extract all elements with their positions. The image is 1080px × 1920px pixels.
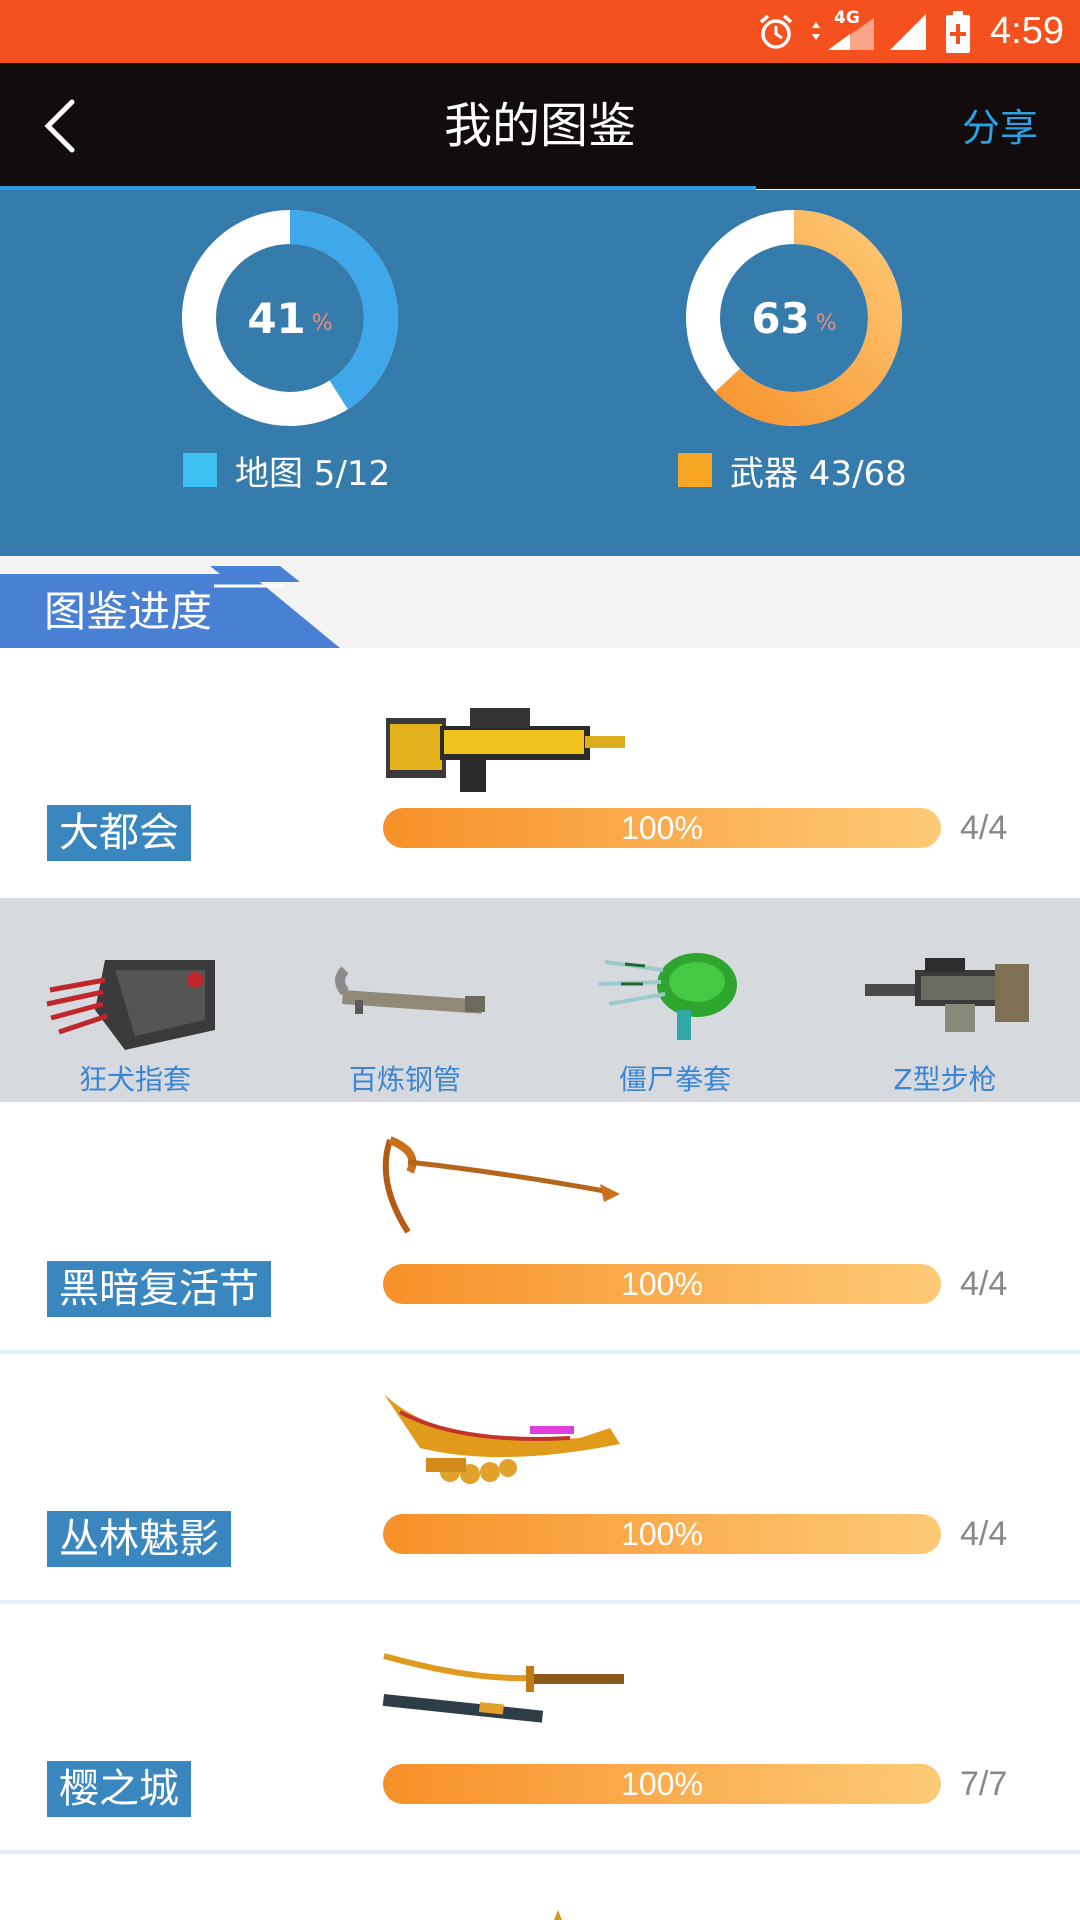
section-title: 图鉴进度 [44,587,213,636]
map-legend-label: 地图 5/12 [235,453,391,494]
row-count: 4/4 [960,1265,1008,1303]
row-count: 4/4 [960,1515,1008,1553]
progress-row[interactable]: 丛林魅影 100% 4/4 [0,1354,1080,1604]
steel-pipe-image [335,966,485,1014]
progress-row[interactable]: 黑暗复活节 100% 4/4 [0,1102,1080,1354]
progress-row[interactable]: 樱之城 100% 7/7 [0,1604,1080,1854]
progress-row[interactable] [0,1858,1080,1920]
map-percent-sign: % [311,310,333,336]
progress-section-header: 图鉴进度 [0,556,1080,648]
weapon-legend-label: 武器 43/68 [730,453,907,494]
network-type-label: 4G [834,8,860,28]
network-4g-icon: 4G [808,0,878,63]
z-rifle-image [865,958,1029,1032]
progress-percent: 100% [621,1516,703,1552]
map-progress-donut: 41% [182,210,398,426]
row-map-name: 大都会 [47,805,191,861]
weapon-percent-value: 63 [751,293,810,343]
zombie-fist-image [598,953,737,1040]
jungle-blade-image [384,1394,620,1484]
gallery-item[interactable]: 僵尸拳套 [540,898,810,1102]
claw-gauntlet-image [46,960,215,1050]
row-map-name: 丛林魅影 [47,1511,231,1567]
gold-rifle-image [386,708,625,792]
collection-stats-panel: 41% 63% 地图 5/12 武器 43/68 [0,190,1080,556]
row-map-name: 黑暗复活节 [47,1261,271,1317]
row-map-name: 樱之城 [47,1761,191,1817]
weapon-legend-swatch [678,453,712,487]
weapon-gallery: 狂犬指套 百炼钢管 僵尸拳套 Z型步枪 [0,898,1080,1102]
progress-bar: 100% [383,1764,941,1804]
progress-percent: 100% [621,810,703,846]
clock-time: 4:59 [990,10,1064,52]
gallery-item-name: Z型步枪 [893,1063,997,1096]
progress-row[interactable]: 大都会 100% 4/4 [0,648,1080,898]
next-weapon-image [554,1910,562,1920]
row-count: 4/4 [960,809,1008,847]
share-button[interactable]: 分享 [962,63,1038,189]
row-count: 7/7 [960,1765,1008,1803]
map-percent-value: 41 [247,293,306,343]
gallery-item[interactable]: 百炼钢管 [270,898,540,1102]
signal-icon [888,0,928,63]
page-title: 我的图鉴 [443,98,636,154]
map-legend: 地图 5/12 [183,450,390,494]
gallery-item-name: 百炼钢管 [348,1063,461,1096]
status-bar: 4G 4:59 [0,0,1080,63]
weapon-legend: 武器 43/68 [678,450,907,494]
weapon-progress-donut: 63% [686,210,902,426]
gallery-item-name: 僵尸拳套 [618,1063,731,1096]
gallery-item[interactable]: 狂犬指套 [0,898,270,1102]
progress-bar: 100% [383,1264,941,1304]
katana-image [382,1653,624,1723]
scythe-image [382,1136,620,1234]
progress-percent: 100% [621,1766,703,1802]
app-header: 我的图鉴 分享 [0,63,1080,189]
progress-bar: 100% [383,1514,941,1554]
progress-percent: 100% [621,1266,703,1302]
weapon-percent-sign: % [815,310,837,336]
alarm-icon [756,0,796,63]
gallery-item-name: 狂犬指套 [78,1063,191,1096]
progress-bar: 100% [383,808,941,848]
gallery-item[interactable]: Z型步枪 [810,898,1080,1102]
map-legend-swatch [183,453,217,487]
battery-charging-icon [944,0,972,63]
